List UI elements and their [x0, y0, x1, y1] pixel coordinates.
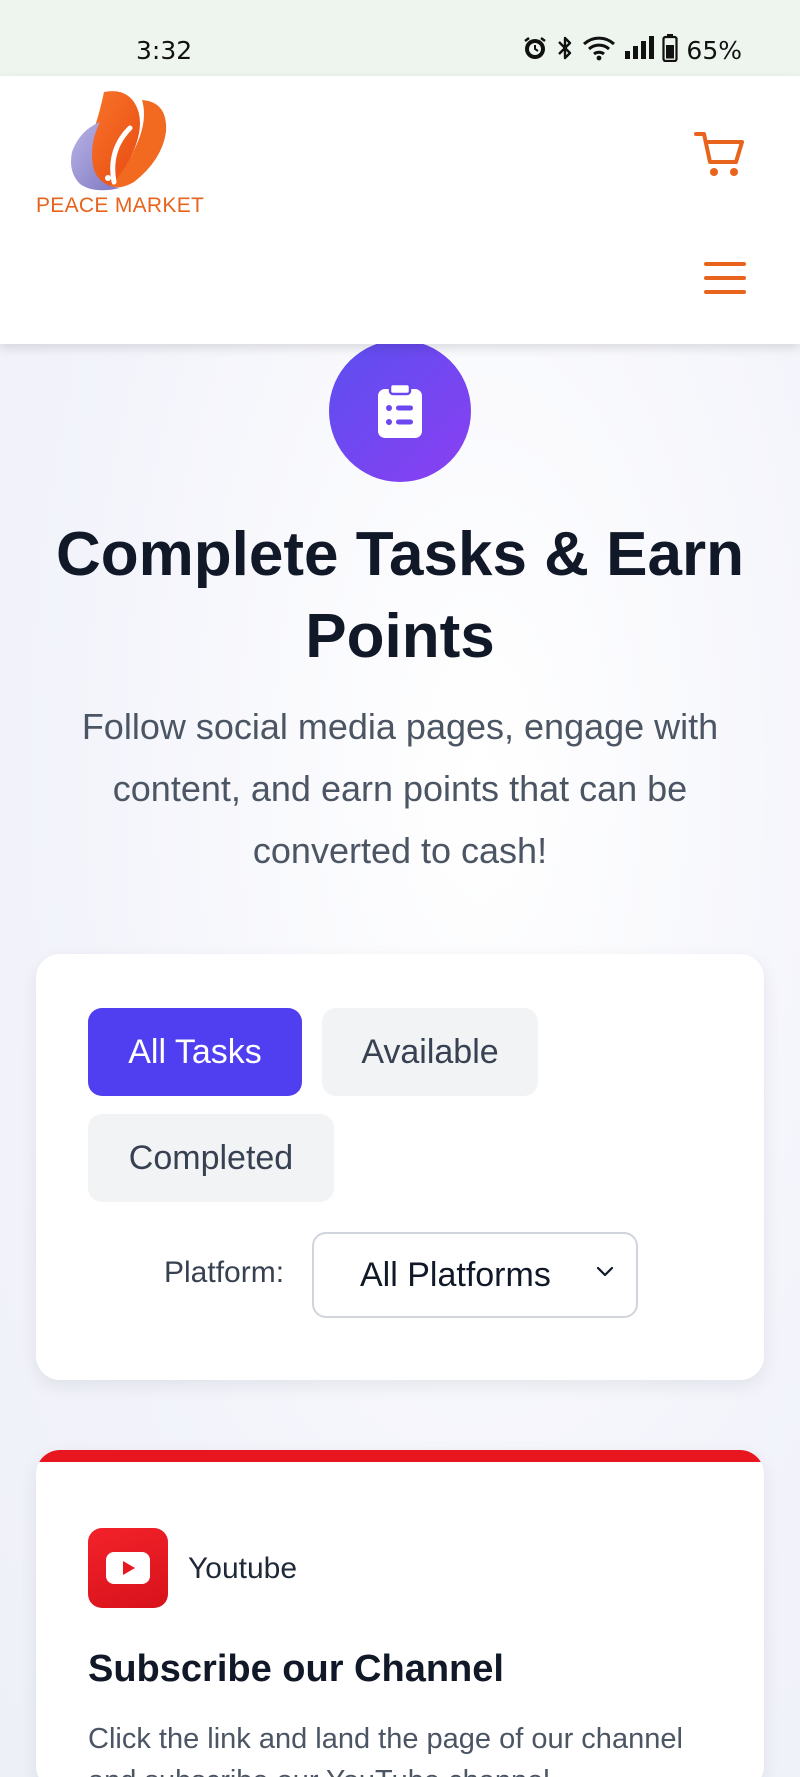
- task-platform-name: Youtube: [188, 1552, 298, 1585]
- task-description: Click the link and land the page of our …: [88, 1723, 683, 1777]
- logo[interactable]: PEACE MARKET: [34, 88, 204, 228]
- platform-label: Platform:: [164, 1256, 285, 1289]
- tab-completed[interactable]: Completed: [88, 1114, 334, 1202]
- battery-percent: 65%: [686, 35, 742, 65]
- task-title: Subscribe our Channel: [88, 1648, 504, 1690]
- tab-all-tasks[interactable]: All Tasks: [88, 1008, 302, 1096]
- bluetooth-icon: [556, 35, 574, 65]
- page-title: Complete Tasks & Earn Points: [56, 520, 744, 671]
- wifi-icon: [582, 35, 616, 65]
- hero-badge: [329, 340, 471, 482]
- battery-icon: [662, 34, 679, 66]
- logo-mark-icon: [71, 91, 167, 191]
- task-card[interactable]: Youtube Subscribe our Channel Click the …: [36, 1450, 764, 1777]
- alarm-icon: [522, 35, 548, 65]
- clipboard-list-icon: [378, 382, 422, 438]
- filter-card: All Tasks Available Completed Platform: …: [36, 954, 764, 1380]
- task-accent-bar: [36, 1450, 764, 1462]
- cart-button[interactable]: [692, 126, 748, 182]
- status-icons: 65%: [522, 34, 742, 66]
- cart-icon: [694, 132, 744, 176]
- chevron-down-icon: [596, 1266, 614, 1277]
- platform-badge: [88, 1528, 168, 1608]
- logo-text: PEACE MARKET: [36, 194, 205, 217]
- app-header: PEACE MARKET: [0, 76, 800, 344]
- youtube-icon: [106, 1552, 150, 1584]
- main-content: Complete Tasks & Earn Points Follow soci…: [0, 340, 800, 1777]
- signal-icon: [624, 36, 655, 64]
- hamburger-menu-icon: [704, 262, 750, 294]
- tab-available[interactable]: Available: [322, 1008, 538, 1096]
- platform-select-value: All Platforms: [360, 1255, 551, 1294]
- status-bar: 3:32 65%: [0, 0, 800, 76]
- platform-select[interactable]: All Platforms: [312, 1232, 638, 1318]
- status-time: 3:32: [136, 36, 193, 65]
- page-subtitle: Follow social media pages, engage with c…: [81, 706, 719, 871]
- menu-button[interactable]: [704, 262, 750, 302]
